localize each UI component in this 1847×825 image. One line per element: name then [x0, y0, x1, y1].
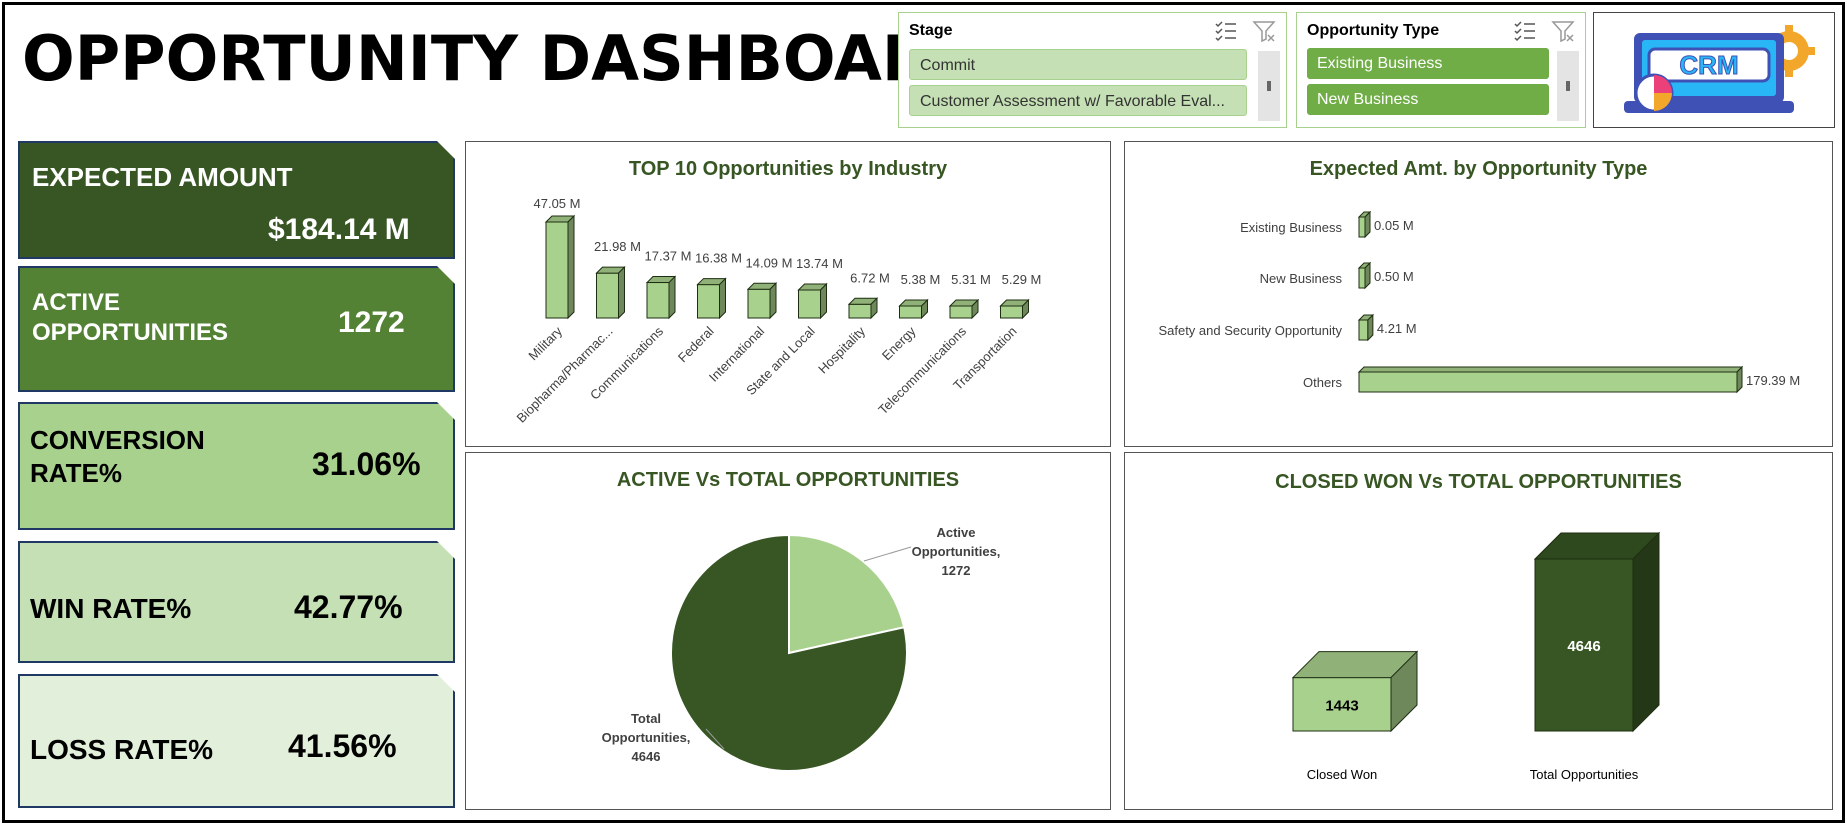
industry-bar [948, 298, 980, 320]
opportunity-type-slicer-scrollbar[interactable] [1557, 51, 1579, 121]
multi-select-icon[interactable] [1214, 19, 1238, 43]
pie-data-label: Active [936, 525, 975, 540]
opp-type-data-label: 0.05 M [1374, 218, 1414, 233]
clear-filter-icon[interactable] [1551, 19, 1575, 43]
kpi-label: WIN RATE% [30, 593, 192, 624]
opp-type-category-label: Others [1303, 375, 1343, 390]
kpi-label: ACTIVE OPPORTUNITIES [32, 289, 229, 346]
kpi-label: LOSS RATE% [30, 734, 214, 765]
clear-filter-icon[interactable] [1252, 19, 1276, 43]
closed-won-category-label: Closed Won [1307, 767, 1378, 782]
industry-bar [898, 298, 929, 320]
industry-bar [595, 265, 626, 320]
kpi-loss-rate: LOSS RATE% 41.56% [18, 674, 455, 808]
opp-type-bar [1357, 365, 1744, 394]
opp-type-bar [1357, 313, 1375, 342]
industry-bar [797, 282, 828, 320]
kpi-value: $184.14 M [268, 213, 410, 246]
closed-won-chart: 1443 Closed Won 4646 Total Opportunities [1291, 531, 1661, 782]
opp-type-category-label: Existing Business [1240, 220, 1342, 235]
kpi-value: 1272 [338, 306, 405, 339]
industry-bar [999, 298, 1030, 320]
kpi-conversion-rate: CONVERSION RATE% 31.06% [18, 402, 455, 530]
kpi-value: 42.77% [294, 589, 403, 625]
industry-category-label: Energy [879, 323, 919, 363]
closed-won-bar [1291, 650, 1419, 733]
kpi-label: CONVERSION RATE% [30, 425, 205, 488]
industry-bar [544, 214, 576, 320]
industry-category-label: Biopharma/Pharmac... [514, 324, 616, 426]
opp-type-category-label: New Business [1260, 271, 1343, 286]
pie-data-label: 1272 [942, 563, 971, 578]
pie-data-label: Total [631, 711, 661, 726]
industry-bar [696, 277, 727, 320]
opp-type-bar [1357, 210, 1372, 239]
pie-data-label: 4646 [632, 749, 661, 764]
crm-logo-image: CRM [1624, 25, 1815, 113]
stage-slicer[interactable]: Stage Commit Customer Assessment w/ Favo… [898, 12, 1287, 128]
opp-type-data-label: 179.39 M [1746, 373, 1800, 388]
industry-data-label: 5.38 M [901, 272, 941, 287]
stage-item-commit[interactable]: Commit [909, 49, 1247, 80]
industry-bar [746, 282, 778, 320]
stage-item-customer-assessment[interactable]: Customer Assessment w/ Favorable Eval... [909, 85, 1247, 116]
industry-data-label: 5.31 M [951, 272, 991, 287]
industry-bar [645, 275, 677, 320]
pie-data-label: Opportunities, [912, 544, 1001, 559]
industry-data-label: 47.05 M [534, 196, 581, 211]
closed-won-data-label: 4646 [1567, 638, 1600, 655]
industry-data-label: 13.74 M [796, 256, 843, 271]
opp-type-chart-panel: Expected Amt. by Opportunity Type Existi… [1124, 141, 1833, 447]
pie-data-label: Opportunities, [602, 730, 691, 745]
opportunity-type-item-new[interactable]: New Business [1307, 84, 1549, 115]
industry-bar [847, 297, 879, 320]
closed-won-category-label: Total Opportunities [1530, 767, 1639, 782]
opportunity-type-slicer-header: Opportunity Type [1307, 22, 1440, 39]
pie-leader-line [863, 546, 912, 562]
crm-logo-text: CRM [1679, 50, 1738, 80]
industry-chart: 47.05 M Military 21.98 M Biopharma/Pharmac.… [514, 196, 1042, 426]
kpi-label: EXPECTED AMOUNT [32, 162, 293, 192]
industry-data-label: 6.72 M [850, 270, 890, 285]
opportunity-type-slicer[interactable]: Opportunity Type Existing Business New B… [1296, 12, 1586, 128]
kpi-value: 31.06% [312, 446, 421, 482]
opp-type-category-label: Safety and Security Opportunity [1158, 323, 1342, 338]
opp-type-chart: Existing Business 0.05 M New Business 0.50 … [1158, 210, 1800, 394]
crm-logo: CRM [1593, 12, 1835, 128]
kpi-active-opportunities: ACTIVE OPPORTUNITIES 1272 [18, 266, 455, 392]
industry-data-label: 16.38 M [695, 251, 742, 266]
opp-type-data-label: 4.21 M [1377, 321, 1417, 336]
industry-data-label: 21.98 M [594, 239, 641, 254]
active-vs-total-panel: ACTIVE Vs TOTAL OPPORTUNITIES Active Oppo… [465, 452, 1111, 810]
multi-select-icon[interactable] [1513, 19, 1537, 43]
industry-data-label: 17.37 M [645, 249, 692, 264]
industry-category-label: Telecommunications [875, 323, 969, 417]
dashboard-title: OPPORTUNITY DASHBOARD [22, 22, 982, 95]
industry-chart-panel: TOP 10 Opportunities by Industry 47.05 M… [465, 141, 1111, 447]
stage-slicer-scrollbar[interactable] [1258, 51, 1280, 121]
closed-won-panel: CLOSED WON Vs TOTAL OPPORTUNITIES 1443 Cl… [1124, 452, 1833, 810]
closed-won-bar [1533, 531, 1661, 733]
industry-category-label: Military [525, 323, 565, 363]
opportunity-type-item-existing[interactable]: Existing Business [1307, 48, 1549, 79]
kpi-win-rate: WIN RATE% 42.77% [18, 541, 455, 663]
industry-category-label: Federal [675, 323, 717, 365]
closed-won-data-label: 1443 [1325, 697, 1358, 714]
stage-slicer-header: Stage [909, 22, 953, 39]
kpi-value: 41.56% [288, 728, 397, 764]
kpi-expected-amount: EXPECTED AMOUNT $184.14 M [18, 141, 455, 259]
active-vs-total-chart: Active Opportunities, 1272 Total Opportuniti… [602, 525, 1001, 772]
opp-type-bar [1357, 261, 1372, 290]
opp-type-data-label: 0.50 M [1374, 269, 1414, 284]
industry-data-label: 14.09 M [746, 255, 793, 270]
industry-category-label: Hospitality [815, 323, 868, 376]
industry-data-label: 5.29 M [1002, 272, 1042, 287]
